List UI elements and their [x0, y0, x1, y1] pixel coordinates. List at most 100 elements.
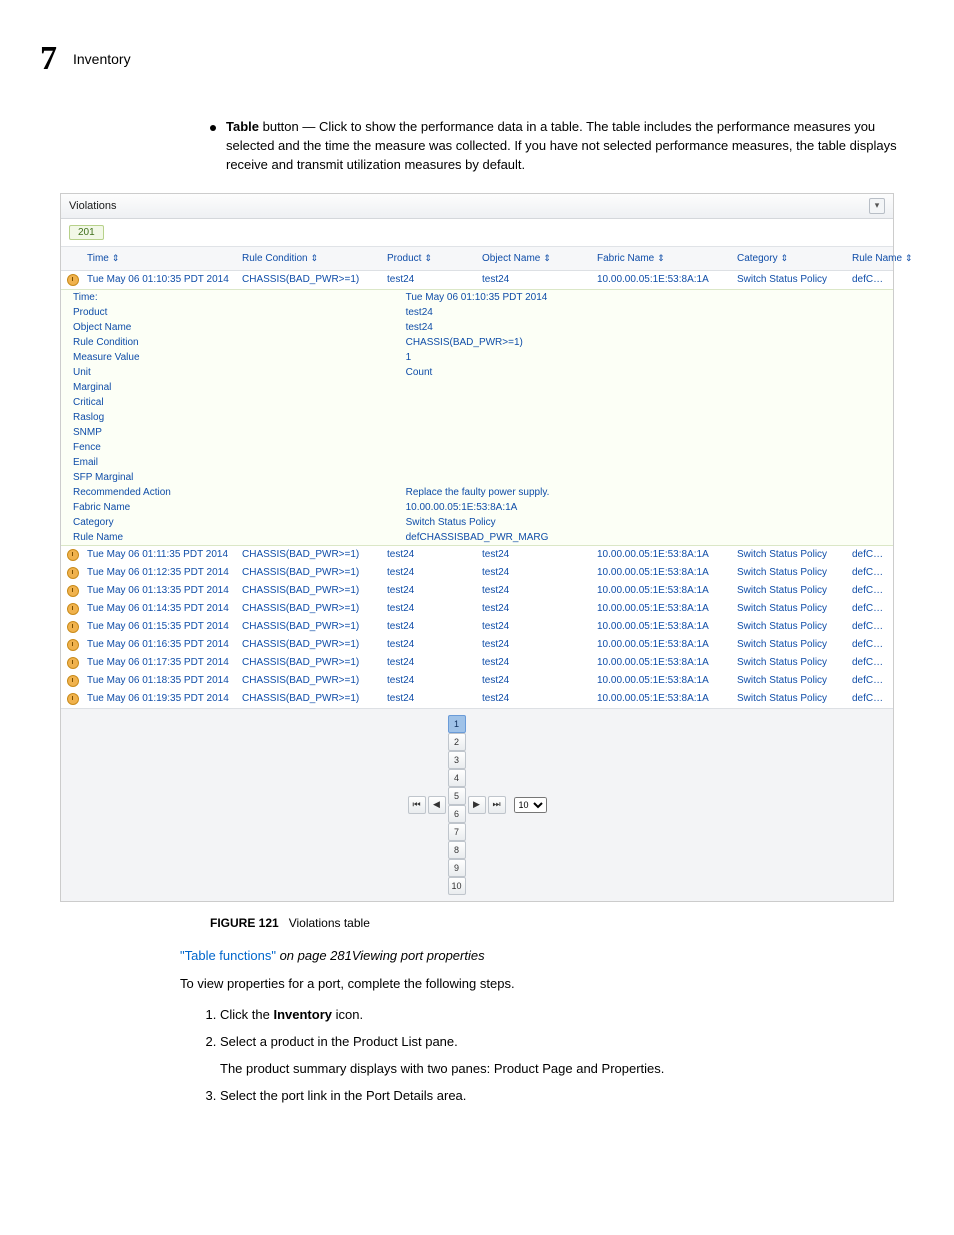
- clock-icon: [67, 549, 79, 561]
- detail-label: SFP Marginal: [61, 470, 400, 485]
- pager-prev[interactable]: ◀: [428, 796, 446, 814]
- detail-row: Producttest24: [61, 305, 893, 320]
- detail-label: Raslog: [61, 410, 400, 425]
- col-product[interactable]: Product⇕: [381, 247, 476, 271]
- detail-label: Unit: [61, 365, 400, 380]
- clock-icon: [67, 567, 79, 579]
- detail-row: CategorySwitch Status Policy: [61, 515, 893, 530]
- detail-row: UnitCount: [61, 365, 893, 380]
- detail-row: Measure Value1: [61, 350, 893, 365]
- pager-last[interactable]: ⏭: [488, 796, 506, 814]
- figure-caption: FIGURE 121Violations table: [210, 916, 914, 930]
- detail-label: Email: [61, 455, 400, 470]
- bullet-text: Table button — Click to show the perform…: [226, 118, 914, 175]
- clock-icon: [67, 675, 79, 687]
- step-3: Select the port link in the Port Details…: [220, 1087, 914, 1106]
- detail-value: [400, 425, 893, 440]
- clock-icon: [67, 274, 79, 286]
- detail-value: Tue May 06 01:10:35 PDT 2014: [400, 290, 893, 305]
- detail-row: Critical: [61, 395, 893, 410]
- detail-value: test24: [400, 320, 893, 335]
- detail-label: Product: [61, 305, 400, 320]
- detail-row: Marginal: [61, 380, 893, 395]
- page-header: 7 Inventory: [40, 40, 914, 78]
- pager: ⏮ ◀ 12345678910 ▶ ⏭ 10: [61, 708, 893, 901]
- table-functions-link[interactable]: "Table functions": [180, 948, 276, 963]
- step-2-sub: The product summary displays with two pa…: [220, 1060, 914, 1079]
- detail-label: Rule Condition: [61, 335, 400, 350]
- pager-page[interactable]: 4: [448, 769, 466, 787]
- detail-value: [400, 470, 893, 485]
- detail-value: defCHASSISBAD_PWR_MARG: [400, 530, 893, 545]
- violations-count-badge[interactable]: 201: [69, 225, 104, 240]
- table-row[interactable]: Tue May 06 01:13:35 PDT 2014CHASSIS(BAD_…: [61, 582, 893, 600]
- detail-label: SNMP: [61, 425, 400, 440]
- pager-page[interactable]: 6: [448, 805, 466, 823]
- collapse-icon[interactable]: ▾: [869, 198, 885, 214]
- detail-row: Email: [61, 455, 893, 470]
- pager-first[interactable]: ⏮: [408, 796, 426, 814]
- table-row[interactable]: Tue May 06 01:11:35 PDT 2014CHASSIS(BAD_…: [61, 545, 893, 564]
- detail-value: [400, 455, 893, 470]
- clock-icon: [67, 657, 79, 669]
- detail-value: CHASSIS(BAD_PWR>=1): [400, 335, 893, 350]
- step-1: Click the Inventory icon.: [220, 1006, 914, 1025]
- pager-page[interactable]: 1: [448, 715, 466, 733]
- detail-value: Replace the faulty power supply.: [400, 485, 893, 500]
- detail-label: Critical: [61, 395, 400, 410]
- detail-label: Time:: [61, 290, 400, 305]
- col-fabric-name[interactable]: Fabric Name⇕: [591, 247, 731, 271]
- chapter-number: 7: [40, 40, 57, 78]
- intro-paragraph: To view properties for a port, complete …: [180, 975, 914, 994]
- col-rule-condition[interactable]: Rule Condition⇕: [236, 247, 381, 271]
- detail-value: test24: [400, 305, 893, 320]
- detail-label: Fabric Name: [61, 500, 400, 515]
- detail-value: Switch Status Policy: [400, 515, 893, 530]
- col-time[interactable]: Time⇕: [81, 247, 236, 271]
- table-row[interactable]: Tue May 06 01:12:35 PDT 2014CHASSIS(BAD_…: [61, 564, 893, 582]
- pager-page[interactable]: 7: [448, 823, 466, 841]
- table-row[interactable]: Tue May 06 01:15:35 PDT 2014CHASSIS(BAD_…: [61, 618, 893, 636]
- clock-icon: [67, 639, 79, 651]
- page-ref-text: on page 281Viewing port properties: [276, 948, 485, 963]
- table-row[interactable]: Tue May 06 01:16:35 PDT 2014CHASSIS(BAD_…: [61, 636, 893, 654]
- col-category[interactable]: Category⇕: [731, 247, 846, 271]
- col-rule-name[interactable]: Rule Name⇕: [846, 247, 893, 271]
- clock-icon: [67, 603, 79, 615]
- detail-value: [400, 410, 893, 425]
- detail-row: SFP Marginal: [61, 470, 893, 485]
- pager-next[interactable]: ▶: [468, 796, 486, 814]
- expanded-detail: Time:Tue May 06 01:10:35 PDT 2014Product…: [61, 289, 893, 545]
- table-row[interactable]: Tue May 06 01:17:35 PDT 2014CHASSIS(BAD_…: [61, 654, 893, 672]
- pager-page[interactable]: 8: [448, 841, 466, 859]
- detail-value: [400, 395, 893, 410]
- table-row[interactable]: Tue May 06 01:14:35 PDT 2014CHASSIS(BAD_…: [61, 600, 893, 618]
- pager-page[interactable]: 3: [448, 751, 466, 769]
- table-functions-reference: "Table functions" on page 281Viewing por…: [180, 948, 914, 963]
- pager-page[interactable]: 10: [448, 877, 466, 895]
- violations-table: Time⇕ Rule Condition⇕ Product⇕ Object Na…: [61, 247, 893, 708]
- pager-page[interactable]: 5: [448, 787, 466, 805]
- detail-row: Recommended ActionReplace the faulty pow…: [61, 485, 893, 500]
- steps-list: Click the Inventory icon. Select a produ…: [180, 1006, 914, 1105]
- table-row[interactable]: Tue May 06 01:10:35 PDT 2014 CHASSIS(BAD…: [61, 270, 893, 289]
- detail-label: Measure Value: [61, 350, 400, 365]
- col-object-name[interactable]: Object Name⇕: [476, 247, 591, 271]
- clock-icon: [67, 585, 79, 597]
- table-row[interactable]: Tue May 06 01:18:35 PDT 2014CHASSIS(BAD_…: [61, 672, 893, 690]
- detail-row: Object Nametest24: [61, 320, 893, 335]
- table-row[interactable]: Tue May 06 01:19:35 PDT 2014CHASSIS(BAD_…: [61, 690, 893, 708]
- chapter-title: Inventory: [73, 51, 131, 67]
- pager-page[interactable]: 9: [448, 859, 466, 877]
- violations-title: Violations: [69, 200, 117, 212]
- clock-icon: [67, 621, 79, 633]
- detail-row: SNMP: [61, 425, 893, 440]
- pager-page-size[interactable]: 10: [514, 797, 547, 813]
- detail-label: Marginal: [61, 380, 400, 395]
- pager-page[interactable]: 2: [448, 733, 466, 751]
- detail-row: Time:Tue May 06 01:10:35 PDT 2014: [61, 290, 893, 305]
- detail-row: Rule ConditionCHASSIS(BAD_PWR>=1): [61, 335, 893, 350]
- detail-row: Rule NamedefCHASSISBAD_PWR_MARG: [61, 530, 893, 545]
- detail-row: Fabric Name10.00.00.05:1E:53:8A:1A: [61, 500, 893, 515]
- bullet-icon: [210, 125, 216, 131]
